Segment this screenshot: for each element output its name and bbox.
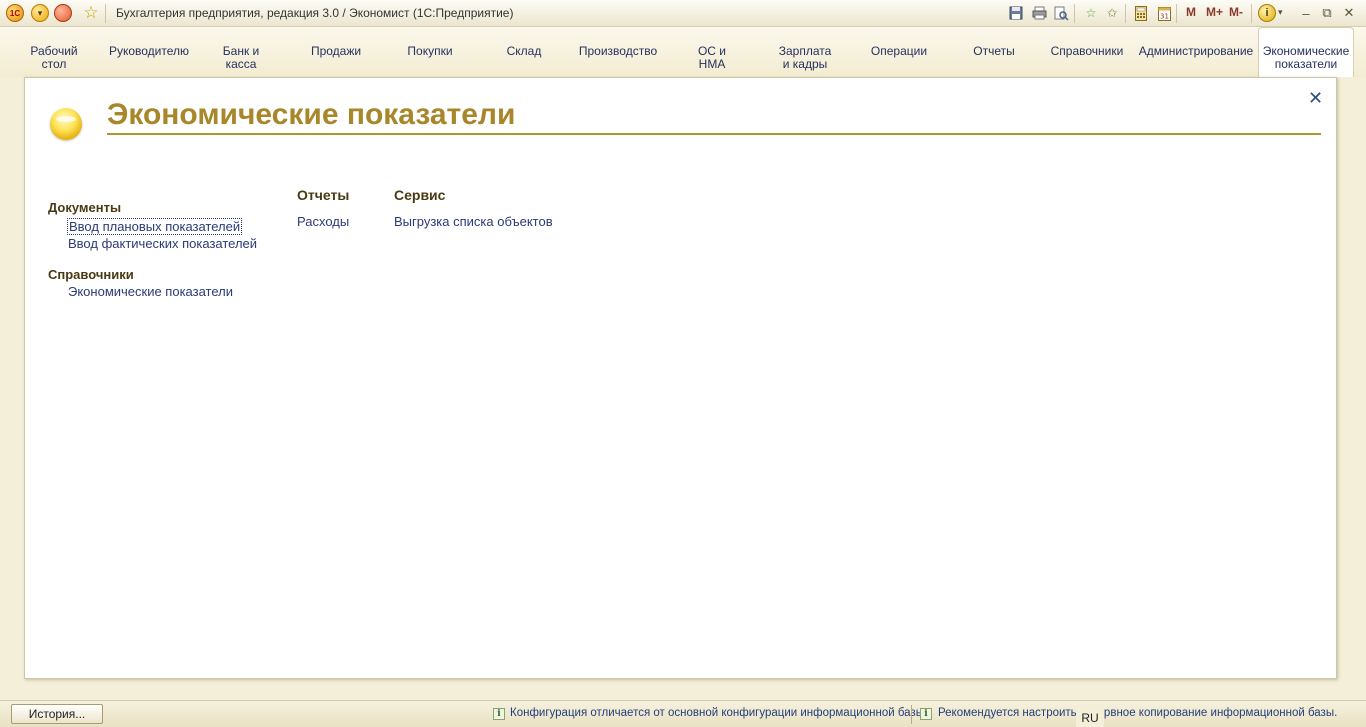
- window-title: Бухгалтерия предприятия, редакция 3.0 / …: [116, 6, 514, 20]
- memory-plus-button[interactable]: M+: [1206, 5, 1223, 19]
- link-actual-indicators[interactable]: Ввод фактических показателей: [68, 236, 257, 251]
- main-menu-icon[interactable]: ▾: [31, 4, 49, 22]
- link-expenses-report[interactable]: Расходы: [297, 214, 349, 229]
- print-icon[interactable]: [1030, 4, 1048, 22]
- favorites-icon[interactable]: ✩: [1103, 4, 1121, 22]
- info-message-icon: i: [493, 708, 505, 720]
- favorites-star-icon[interactable]: ☆: [81, 3, 101, 23]
- section-catalogs[interactable]: Справочники: [1046, 27, 1128, 77]
- save-icon[interactable]: [1007, 4, 1025, 22]
- memory-minus-button[interactable]: M-: [1229, 5, 1243, 19]
- status-divider: [911, 705, 912, 724]
- section-economic-indicators[interactable]: Экономические показатели: [1258, 27, 1354, 77]
- add-favorites-icon[interactable]: ☆: [1082, 4, 1100, 22]
- minimize-button[interactable]: –: [1296, 4, 1316, 22]
- reports-heading: Отчеты: [297, 187, 350, 203]
- section-operations[interactable]: Операции: [860, 27, 938, 77]
- status-bar: История... i Конфигурация отличается от …: [0, 700, 1366, 727]
- 1c-logo-icon[interactable]: 1С: [6, 4, 24, 22]
- section-bank-cash[interactable]: Банк и касса: [210, 27, 272, 77]
- close-window-button[interactable]: ✕: [1339, 4, 1359, 22]
- svg-text:31: 31: [1160, 12, 1169, 20]
- section-sales[interactable]: Продажи: [300, 27, 372, 77]
- catalogs-heading: Справочники: [48, 267, 134, 282]
- section-logo-icon: [50, 108, 82, 140]
- section-warehouse[interactable]: Склад: [494, 27, 554, 77]
- toolbar-divider: [1125, 4, 1126, 23]
- info-dropdown-icon[interactable]: ▾: [1278, 7, 1283, 18]
- language-indicator[interactable]: RU: [1076, 707, 1104, 727]
- status-message-config[interactable]: Конфигурация отличается от основной конф…: [510, 707, 927, 719]
- record-icon[interactable]: [54, 4, 72, 22]
- close-icon[interactable]: ✕: [1308, 88, 1323, 109]
- info-icon[interactable]: i: [1258, 4, 1276, 22]
- sections-panel: Рабочий стол Руководителю Банк и касса П…: [0, 27, 1366, 77]
- link-export-objects[interactable]: Выгрузка списка объектов: [394, 214, 553, 229]
- page-title: Экономические показатели: [107, 98, 516, 131]
- section-manager[interactable]: Руководителю: [106, 27, 192, 77]
- status-message-backup[interactable]: Рекомендуется настроить резервное копиро…: [938, 707, 1337, 719]
- section-administration[interactable]: Администрирование: [1138, 27, 1254, 77]
- window-title-bar: 1С ▾ ☆ Бухгалтерия предприятия, редакция…: [0, 0, 1366, 27]
- preview-icon[interactable]: [1052, 4, 1070, 22]
- toolbar-divider: [105, 4, 106, 23]
- history-button[interactable]: История...: [11, 704, 103, 724]
- info-message-icon: i: [920, 708, 932, 720]
- section-salary[interactable]: Зарплата и кадры: [770, 27, 840, 77]
- calculator-icon[interactable]: [1132, 4, 1150, 22]
- section-reports[interactable]: Отчеты: [962, 27, 1026, 77]
- toolbar-divider: [1176, 4, 1177, 23]
- link-plan-indicators[interactable]: Ввод плановых показателей: [67, 218, 243, 235]
- section-production[interactable]: Производство: [574, 27, 662, 77]
- section-fixed-assets[interactable]: ОС и НМА: [684, 27, 740, 77]
- service-heading: Сервис: [394, 187, 446, 203]
- documents-heading: Документы: [48, 200, 122, 215]
- section-desktop[interactable]: Рабочий стол: [20, 27, 88, 77]
- link-economic-indicators[interactable]: Экономические показатели: [68, 284, 233, 299]
- restore-button[interactable]: ⧉: [1317, 4, 1337, 22]
- section-purchases[interactable]: Покупки: [398, 27, 462, 77]
- title-divider: [107, 133, 1321, 135]
- toolbar-divider: [1074, 4, 1075, 23]
- memory-button[interactable]: M: [1186, 5, 1196, 19]
- toolbar-divider: [1251, 4, 1252, 23]
- section-content-panel: Экономические показатели ✕ Документы Вво…: [24, 77, 1337, 679]
- calendar-icon[interactable]: 31: [1155, 4, 1173, 22]
